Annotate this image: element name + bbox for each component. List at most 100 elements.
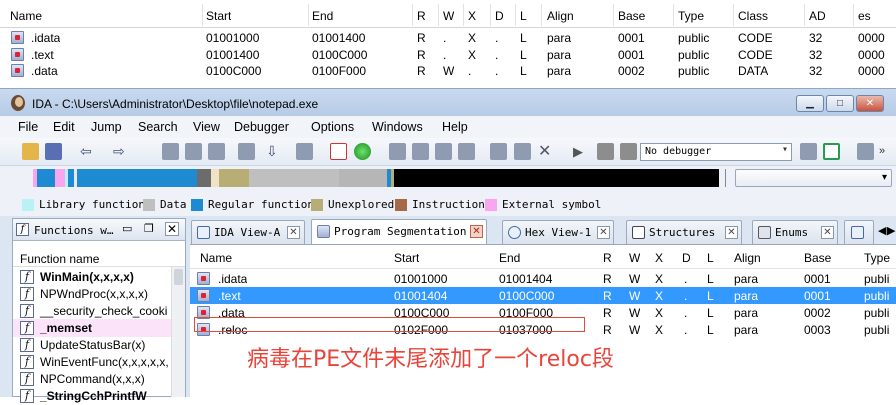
graph-icon[interactable]	[296, 143, 313, 160]
close-icon[interactable]: ✕	[470, 225, 483, 238]
breakpoints-icon[interactable]	[857, 143, 874, 160]
scrollbar[interactable]	[171, 267, 185, 397]
tab-scroll-right-icon[interactable]: ▶	[887, 224, 895, 237]
pause-icon[interactable]	[597, 143, 614, 160]
menu-view[interactable]: View	[193, 120, 220, 134]
find-next-icon[interactable]	[238, 143, 255, 160]
col-end[interactable]: End	[312, 9, 333, 23]
col-l[interactable]: L	[707, 251, 714, 265]
code-icon[interactable]	[389, 143, 406, 160]
list-item[interactable]: f _memset	[13, 319, 173, 337]
play-icon[interactable]: ▶	[573, 143, 590, 160]
ascii-icon[interactable]	[435, 143, 452, 160]
col-base[interactable]: Base	[618, 9, 645, 23]
col-d[interactable]: D	[495, 9, 504, 23]
col-align[interactable]: Align	[734, 251, 761, 265]
tab-ida-view-a[interactable]: IDA View-A ✕	[191, 220, 305, 244]
tab-scroll-left-icon[interactable]: ◀	[878, 224, 886, 237]
back-icon[interactable]: ⇦	[80, 143, 97, 160]
col-w[interactable]: W	[443, 9, 454, 23]
data-icon[interactable]	[412, 143, 429, 160]
tab-program-segmentation[interactable]: Program Segmentation ✕	[311, 219, 487, 244]
navigation-dropdown[interactable]: ▾	[735, 169, 892, 187]
menu-file[interactable]: File	[18, 120, 38, 134]
col-name[interactable]: Name	[200, 251, 232, 265]
functions-column-header[interactable]: Function name	[13, 249, 185, 267]
tab-enums[interactable]: Enums ✕	[752, 220, 838, 244]
col-es[interactable]: es	[858, 9, 871, 23]
detach-icon[interactable]	[823, 143, 840, 160]
minimize-button[interactable]: ▁	[796, 95, 824, 112]
col-w[interactable]: W	[629, 251, 640, 265]
green-light-icon[interactable]	[354, 143, 371, 160]
list-item[interactable]: f NPWndProc(x,x,x,x)	[13, 285, 173, 303]
list-item[interactable]: f __security_check_cooki	[13, 302, 173, 320]
pin-icon[interactable]: ▭	[122, 222, 132, 235]
scrollbar-thumb[interactable]	[174, 269, 183, 285]
table-row[interactable]: .idata 01001000 01001400 R . X . L para …	[0, 29, 896, 46]
float-icon[interactable]: ❐	[144, 222, 154, 235]
tab-structures[interactable]: Structures ✕	[626, 220, 742, 244]
col-d[interactable]: D	[682, 251, 691, 265]
debugger-select[interactable]: No debugger ▾	[640, 143, 792, 161]
immediate-search-icon[interactable]	[208, 143, 225, 160]
menu-search[interactable]: Search	[138, 120, 178, 134]
col-l[interactable]: L	[520, 9, 527, 23]
table-row[interactable]: .data 0100C000 0100F000 R W . . L para 0…	[0, 62, 896, 79]
binary-search-icon[interactable]	[162, 143, 179, 160]
col-x[interactable]: X	[468, 9, 476, 23]
col-ad[interactable]: AD	[809, 9, 826, 23]
col-class[interactable]: Class	[738, 9, 768, 23]
table-row[interactable]: .text 01001400 0100C000 R . X . L para 0…	[0, 46, 896, 63]
menu-options[interactable]: Options	[311, 120, 354, 134]
col-start[interactable]: Start	[206, 9, 231, 23]
save-icon[interactable]	[45, 143, 62, 160]
table-row-selected[interactable]: .text 01001404 0100C000 R W X . L para 0…	[190, 287, 896, 304]
table-row[interactable]: .idata 01001000 01001404 R W X . L para …	[190, 270, 896, 287]
menu-debugger[interactable]: Debugger	[234, 120, 289, 134]
menu-jump[interactable]: Jump	[91, 120, 122, 134]
col-start[interactable]: Start	[394, 251, 419, 265]
tab-overflow[interactable]	[844, 220, 874, 244]
text-search-icon[interactable]	[185, 143, 202, 160]
stop-icon[interactable]	[620, 143, 637, 160]
list-item[interactable]: f NPCommand(x,x,x)	[13, 370, 173, 388]
jump-down-icon[interactable]: ⇩	[266, 143, 283, 160]
list-item[interactable]: f UpdateStatusBar(x)	[13, 336, 173, 354]
col-base[interactable]: Base	[804, 251, 831, 265]
title-bar[interactable]: IDA - C:\Users\Administrator\Desktop\fil…	[0, 88, 896, 116]
col-type[interactable]: Type	[864, 251, 890, 265]
navigation-bar[interactable]	[33, 169, 719, 187]
close-icon[interactable]: ✕	[287, 226, 300, 239]
menu-help[interactable]: Help	[442, 120, 468, 134]
col-name[interactable]: Name	[10, 9, 42, 23]
warning-icon[interactable]	[330, 143, 347, 160]
col-x[interactable]: X	[655, 251, 663, 265]
close-button[interactable]: ✕	[856, 95, 884, 112]
toolbar-more-icon[interactable]: »	[879, 143, 896, 160]
open-icon[interactable]	[22, 143, 39, 160]
list-item[interactable]: f WinEventFunc(x,x,x,x,x,	[13, 353, 173, 371]
forward-icon[interactable]: ⇨	[113, 143, 130, 160]
functions-pane-header[interactable]: f Functions w… ▭ ❐ ✕	[13, 219, 185, 241]
attach-icon[interactable]	[800, 143, 817, 160]
close-icon[interactable]: ✕	[597, 226, 610, 239]
maximize-button[interactable]: □	[826, 95, 854, 112]
col-align[interactable]: Align	[547, 9, 574, 23]
col-r[interactable]: R	[603, 251, 612, 265]
asterisk-icon[interactable]	[490, 143, 507, 160]
list-item[interactable]: f _StringCchPrintfW	[13, 387, 173, 405]
struct-icon[interactable]	[458, 143, 475, 160]
close-icon[interactable]: ✕	[821, 226, 834, 239]
col-end[interactable]: End	[499, 251, 520, 265]
close-icon[interactable]: ✕	[725, 226, 738, 239]
col-r[interactable]: R	[417, 9, 426, 23]
edit-icon[interactable]	[514, 143, 531, 160]
menu-edit[interactable]: Edit	[53, 120, 75, 134]
list-item[interactable]: f WinMain(x,x,x,x)	[13, 268, 173, 286]
col-type[interactable]: Type	[678, 9, 704, 23]
close-icon[interactable]: ✕	[165, 222, 179, 236]
undefine-icon[interactable]: ✕	[538, 143, 555, 160]
menu-windows[interactable]: Windows	[372, 120, 423, 134]
tab-hex-view-1[interactable]: Hex View-1 ✕	[502, 220, 614, 244]
